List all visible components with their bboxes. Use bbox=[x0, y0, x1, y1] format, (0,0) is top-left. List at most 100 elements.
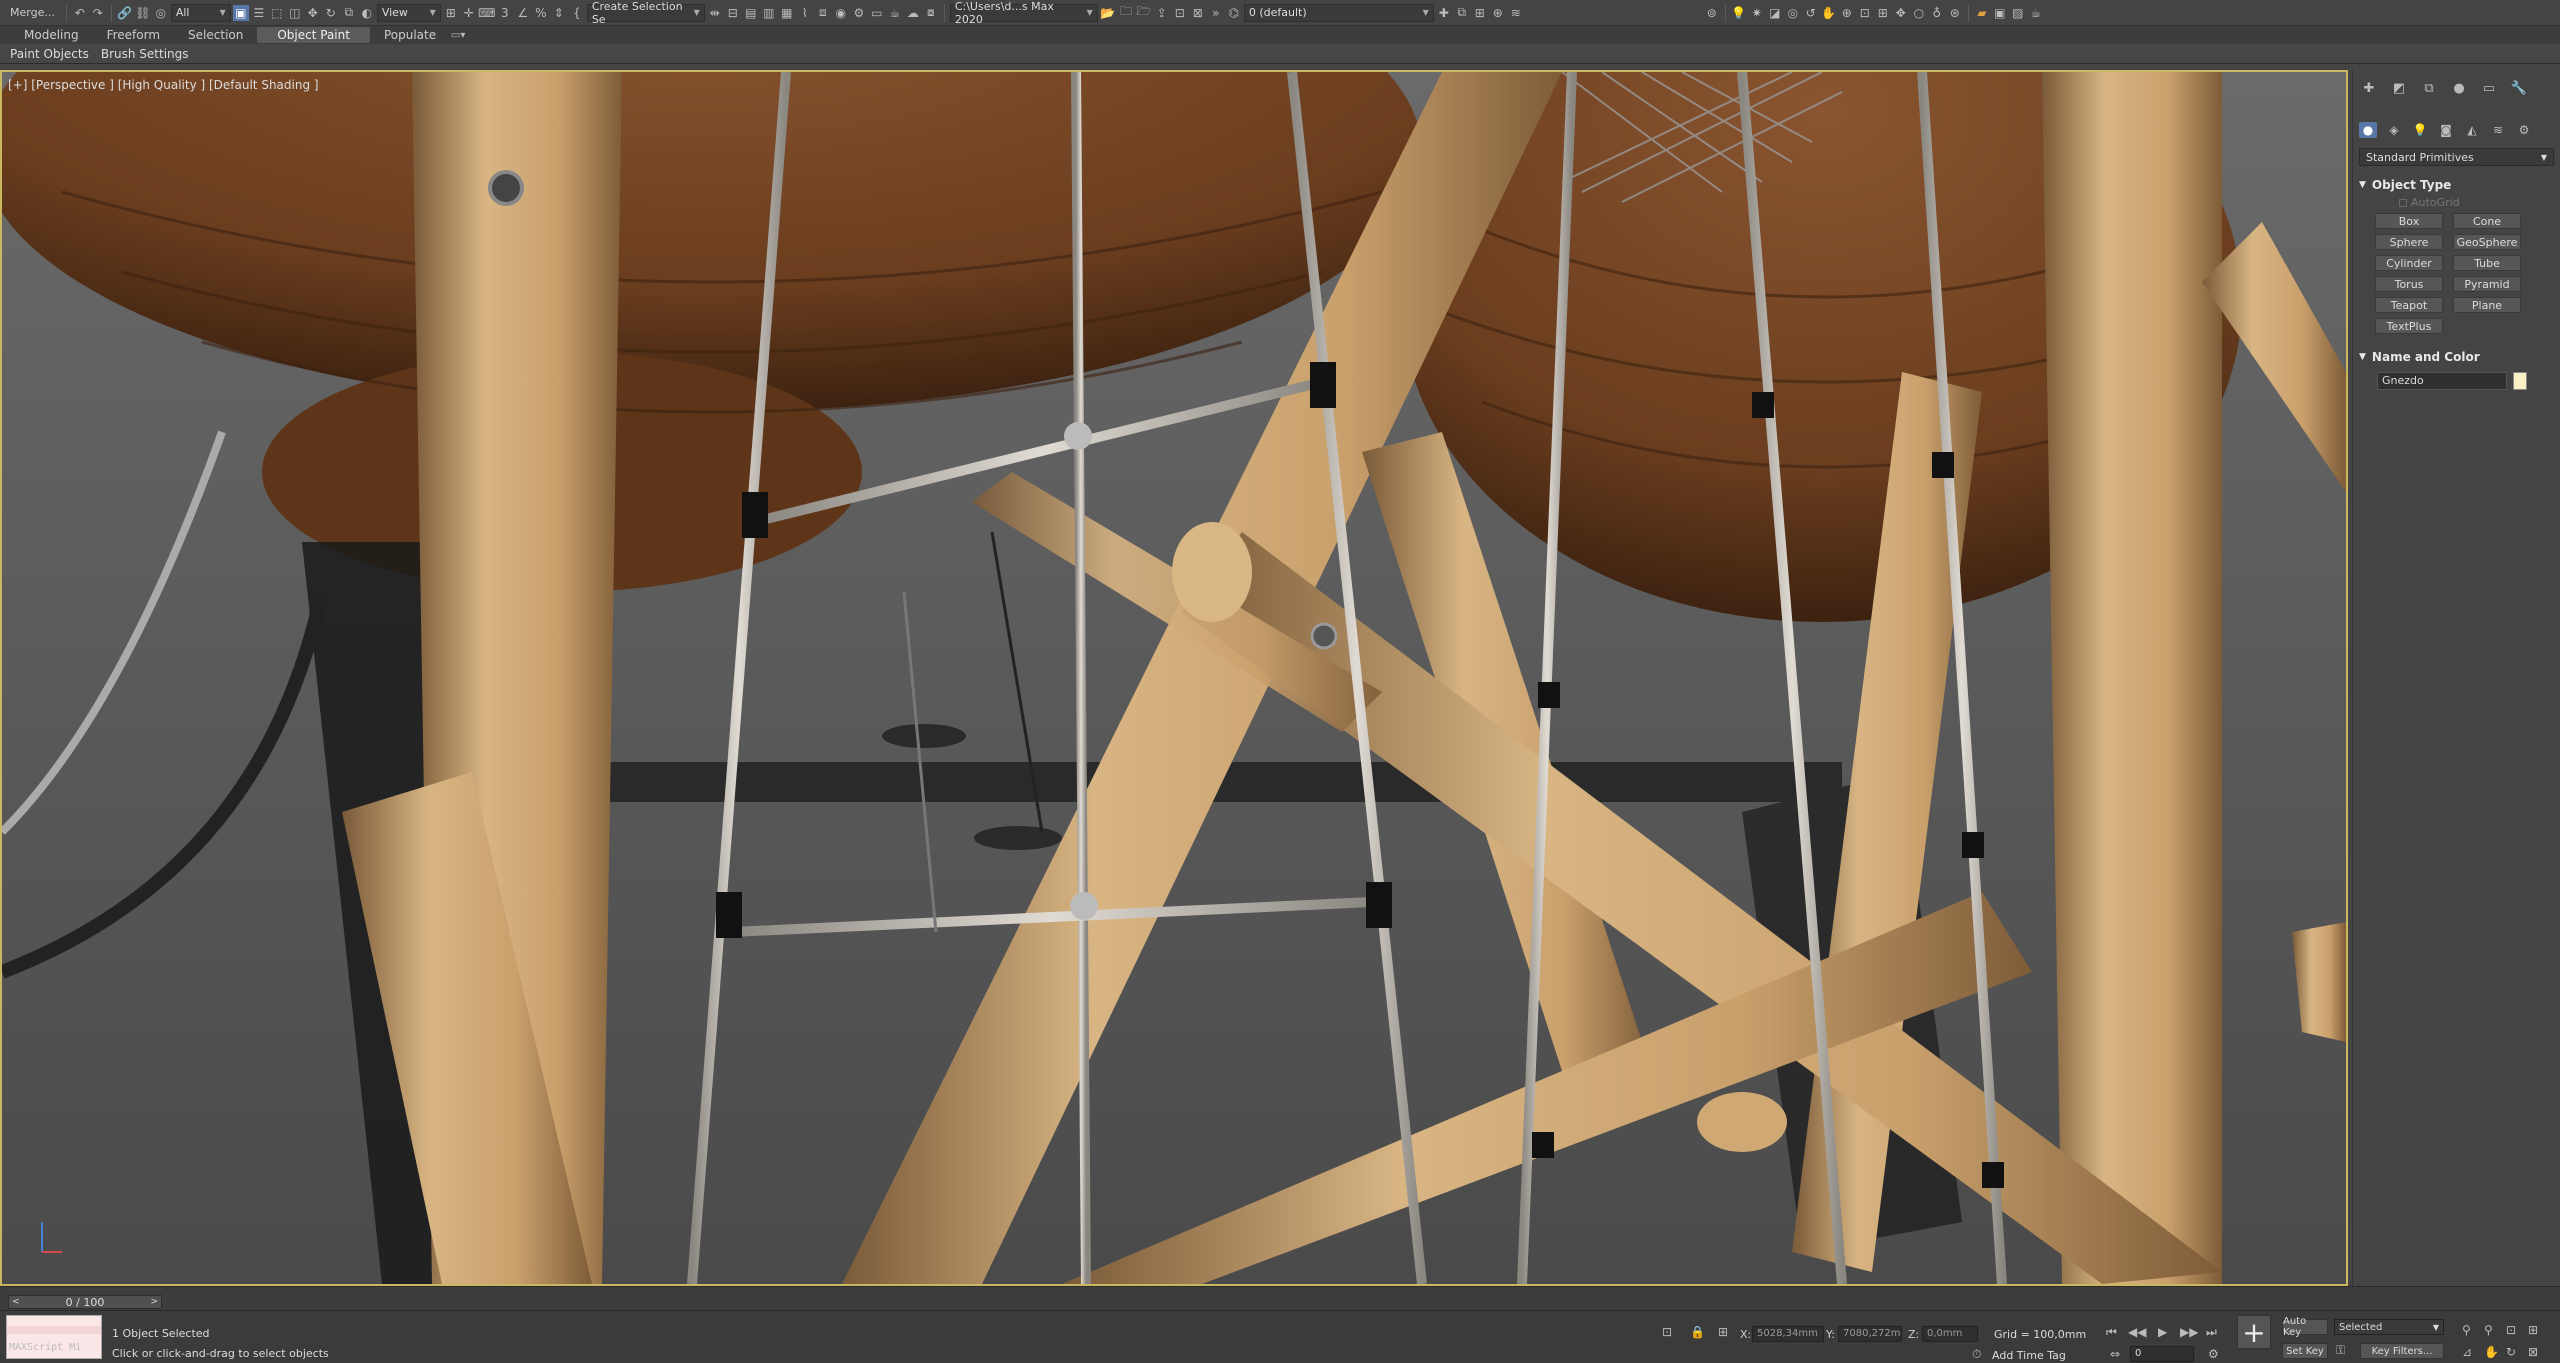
play-icon[interactable]: ▶ bbox=[2158, 1325, 2167, 1339]
plane-button[interactable]: Plane bbox=[2453, 297, 2521, 313]
render-window-icon[interactable]: ▣ bbox=[1992, 5, 2008, 21]
wooden-post[interactable] bbox=[2042, 72, 2222, 1284]
merge-button[interactable]: Merge... bbox=[4, 4, 61, 22]
rotate-icon[interactable]: ↻ bbox=[323, 5, 339, 21]
container-icon[interactable]: ⊡ bbox=[1172, 5, 1188, 21]
auto-key-button[interactable]: Auto Key bbox=[2282, 1316, 2328, 1338]
create-tab-icon[interactable]: ✚ bbox=[2359, 80, 2379, 96]
undo-icon[interactable]: ↶ bbox=[72, 5, 88, 21]
hierarchy-tab-icon[interactable]: ⧉ bbox=[2419, 80, 2439, 96]
sun-icon[interactable]: ✷ bbox=[1749, 5, 1765, 21]
unlink-icon[interactable]: ⛓ bbox=[135, 5, 151, 21]
zoom-icon[interactable]: ⚲ bbox=[2462, 1323, 2471, 1337]
bulb-icon[interactable]: ♁ bbox=[1929, 5, 1945, 21]
layer-dropdown[interactable]: 0 (default) ▼ bbox=[1243, 3, 1434, 22]
curve-editor-icon[interactable]: ⌇ bbox=[797, 5, 813, 21]
textplus-button[interactable]: TextPlus bbox=[2375, 318, 2443, 334]
name-color-rollout-header[interactable]: ▼ Name and Color bbox=[2359, 350, 2554, 364]
pyramid-button[interactable]: Pyramid bbox=[2453, 276, 2521, 292]
key-mode-icon[interactable]: ⇔ bbox=[2110, 1347, 2120, 1361]
mirror-icon[interactable]: ⇹ bbox=[707, 5, 723, 21]
field-of-view-icon[interactable]: ⊿ bbox=[2462, 1345, 2472, 1359]
named-selection-dropdown[interactable]: Create Selection Se ▼ bbox=[586, 0, 705, 26]
layers-icon[interactable]: ≋ bbox=[1508, 5, 1524, 21]
expand-icon[interactable]: » bbox=[1208, 5, 1224, 21]
select-by-name-icon[interactable]: ☰ bbox=[251, 5, 267, 21]
open-icon[interactable]: 📂 bbox=[1100, 5, 1116, 21]
camera-icon[interactable]: ◪ bbox=[1767, 5, 1783, 21]
bind-spacewarp-icon[interactable]: ◎ bbox=[153, 5, 169, 21]
viewport-label[interactable]: [+] [Perspective ] [High Quality ] [Defa… bbox=[8, 78, 319, 92]
new-layer-icon[interactable]: ⊕ bbox=[1490, 5, 1506, 21]
align-icon[interactable]: ⊟ bbox=[725, 5, 741, 21]
tab-populate[interactable]: Populate bbox=[370, 27, 450, 43]
teapot-button[interactable]: Teapot bbox=[2375, 297, 2443, 313]
key-mode-dropdown[interactable]: Selected ▼ bbox=[2334, 1319, 2444, 1335]
cylinder-button[interactable]: Cylinder bbox=[2375, 255, 2443, 271]
zoom-all-icon[interactable]: ⚲ bbox=[2484, 1323, 2493, 1337]
next-frame-icon[interactable]: ▶▶ bbox=[2180, 1325, 2198, 1339]
frame-icon[interactable]: ⊡ bbox=[1857, 5, 1873, 21]
current-frame-field[interactable]: 0 bbox=[2130, 1346, 2194, 1362]
render-production-icon[interactable]: ☕ bbox=[887, 5, 903, 21]
image-icon[interactable]: ▨ bbox=[2010, 5, 2026, 21]
container-open-icon[interactable]: ⊠ bbox=[1190, 5, 1206, 21]
help-icon[interactable]: ⊚ bbox=[1704, 5, 1720, 21]
prev-frame-icon[interactable]: < bbox=[9, 1297, 20, 1307]
previous-frame-icon[interactable]: ◀◀ bbox=[2128, 1325, 2146, 1339]
selection-filter-dropdown[interactable]: All ▼ bbox=[170, 3, 231, 22]
selection-lock-icon[interactable]: 🔒 bbox=[1690, 1325, 1705, 1339]
move-icon[interactable]: ✥ bbox=[305, 5, 321, 21]
go-to-start-icon[interactable]: ⏮ bbox=[2106, 1325, 2117, 1340]
render-setup-icon[interactable]: ⚙ bbox=[851, 5, 867, 21]
brush-settings-button[interactable]: Brush Settings bbox=[101, 47, 201, 61]
keyboard-shortcut-override-icon[interactable]: ⌨ bbox=[478, 5, 495, 21]
cameras-icon[interactable]: ◙ bbox=[2437, 122, 2455, 138]
maximize-viewport-icon[interactable]: ⊠ bbox=[2528, 1345, 2538, 1359]
tab-selection[interactable]: Selection bbox=[174, 27, 257, 43]
zoom-icon[interactable]: ⊕ bbox=[1839, 5, 1855, 21]
select-object-icon[interactable]: ▣ bbox=[232, 4, 249, 21]
set-key-big-button[interactable]: + bbox=[2237, 1315, 2271, 1349]
zoom-extents-icon[interactable]: ⊡ bbox=[2506, 1323, 2516, 1337]
tab-freeform[interactable]: Freeform bbox=[93, 27, 174, 43]
add-time-tag[interactable]: Add Time Tag bbox=[1992, 1349, 2066, 1362]
add-to-layer-icon[interactable]: ✚ bbox=[1436, 5, 1452, 21]
key-filters-icon[interactable]: ⚿ bbox=[2336, 1343, 2345, 1358]
cone-button[interactable]: Cone bbox=[2453, 213, 2521, 229]
orbit-icon[interactable]: ↻ bbox=[2506, 1345, 2516, 1359]
tab-modeling[interactable]: Modeling bbox=[10, 27, 93, 43]
object-color-swatch[interactable] bbox=[2513, 372, 2527, 390]
window-crossing-icon[interactable]: ◫ bbox=[287, 5, 303, 21]
select-manipulate-icon[interactable]: ✛ bbox=[461, 5, 477, 21]
pan-icon[interactable]: ✋ bbox=[1821, 5, 1837, 21]
snap-toggle-icon[interactable]: 3 bbox=[497, 5, 513, 21]
rect-selection-icon[interactable]: ⬚ bbox=[269, 5, 285, 21]
geometry-icon[interactable]: ● bbox=[2359, 122, 2377, 138]
grid-icon[interactable]: ⊞ bbox=[1875, 5, 1891, 21]
spacewarps-icon[interactable]: ≋ bbox=[2489, 122, 2507, 138]
z-coordinate-field[interactable]: 0,0mm bbox=[1922, 1326, 1978, 1342]
pivot-center-icon[interactable]: ⊞ bbox=[443, 5, 459, 21]
helpers-icon[interactable]: ◭ bbox=[2463, 122, 2481, 138]
folder-icon[interactable]: ▰ bbox=[1974, 5, 1990, 21]
spinner-snap-icon[interactable]: ⇕ bbox=[551, 5, 567, 21]
shapes-icon[interactable]: ◈ bbox=[2385, 122, 2403, 138]
box-button[interactable]: Box bbox=[2375, 213, 2443, 229]
rotate-view-icon[interactable]: ↺ bbox=[1803, 5, 1819, 21]
autogrid-checkbox[interactable]: AutoGrid bbox=[2399, 196, 2560, 209]
set-current-layer-icon[interactable]: ⊞ bbox=[1472, 5, 1488, 21]
folder-up-icon[interactable]: ⇪ bbox=[1154, 5, 1170, 21]
material-editor-icon[interactable]: ◉ bbox=[833, 5, 849, 21]
geometry-category-dropdown[interactable]: Standard Primitives ▼ bbox=[2359, 148, 2554, 166]
render-icon[interactable]: ◎ bbox=[1785, 5, 1801, 21]
select-in-layer-icon[interactable]: ⧉ bbox=[1454, 5, 1470, 21]
motion-tab-icon[interactable]: ● bbox=[2449, 80, 2469, 96]
tab-object-paint[interactable]: Object Paint bbox=[257, 27, 370, 43]
torus-button[interactable]: Torus bbox=[2375, 276, 2443, 292]
toggle-layer-explorer-icon[interactable]: ▥ bbox=[761, 5, 777, 21]
object-name-field[interactable]: Gnezdo bbox=[2377, 372, 2507, 390]
reference-coordinate-dropdown[interactable]: View ▼ bbox=[376, 3, 441, 22]
next-frame-icon[interactable]: > bbox=[150, 1297, 161, 1307]
toggle-ribbon-icon[interactable]: ▦ bbox=[779, 5, 795, 21]
